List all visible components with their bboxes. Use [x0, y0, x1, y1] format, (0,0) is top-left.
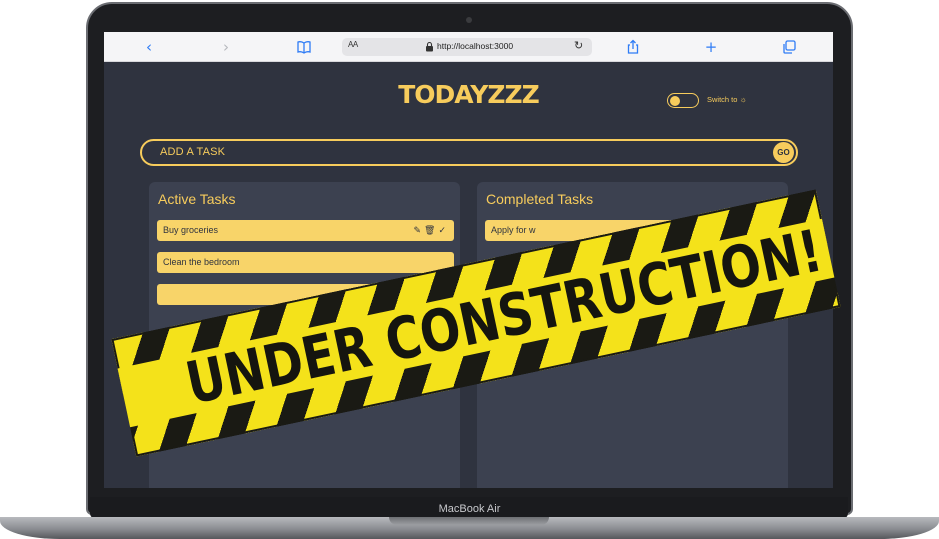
lock-icon: [426, 41, 433, 52]
plus-icon[interactable]: +: [700, 37, 722, 57]
device-label: MacBook Air: [438, 503, 501, 515]
theme-toggle-label: Switch to ☼: [707, 95, 747, 104]
task-input-placeholder[interactable]: ADD A TASK: [160, 146, 225, 158]
active-tasks-title: Active Tasks: [158, 191, 236, 207]
back-icon[interactable]: ‹: [138, 37, 160, 57]
sun-icon: ☼: [739, 95, 747, 104]
pencil-icon[interactable]: ✎: [413, 225, 424, 235]
task-item[interactable]: Clean the bedroom: [157, 252, 454, 273]
tabs-icon[interactable]: [778, 37, 800, 57]
task-input[interactable]: ADD A TASK GO: [140, 139, 798, 166]
task-item[interactable]: Buy groceries ✎🗑✓: [157, 220, 454, 241]
go-button[interactable]: GO: [773, 142, 794, 163]
reader-button[interactable]: AA: [348, 40, 358, 49]
reload-icon[interactable]: ↻: [574, 39, 583, 52]
camera: [466, 17, 472, 23]
task-actions: ✎🗑✓: [413, 220, 449, 241]
toggle-switch[interactable]: [667, 93, 699, 108]
task-label: Clean the bedroom: [163, 257, 240, 267]
theme-toggle-text: Switch to: [707, 95, 738, 104]
check-icon[interactable]: ✓: [438, 225, 449, 235]
laptop-notch: [389, 517, 549, 525]
share-icon[interactable]: [622, 37, 644, 57]
book-icon[interactable]: [293, 37, 315, 57]
task-label: Buy groceries: [163, 225, 219, 235]
toggle-knob: [670, 95, 680, 106]
completed-tasks-title: Completed Tasks: [486, 191, 594, 207]
browser-toolbar: ‹ › AA http://localhost:3000 ↻ +: [104, 32, 833, 62]
trash-icon[interactable]: 🗑: [424, 225, 438, 235]
forward-icon[interactable]: ›: [215, 37, 237, 57]
url-text: http://localhost:3000: [437, 41, 514, 51]
address-bar[interactable]: AA http://localhost:3000 ↻: [342, 38, 592, 56]
task-label: Apply for w: [491, 225, 536, 235]
